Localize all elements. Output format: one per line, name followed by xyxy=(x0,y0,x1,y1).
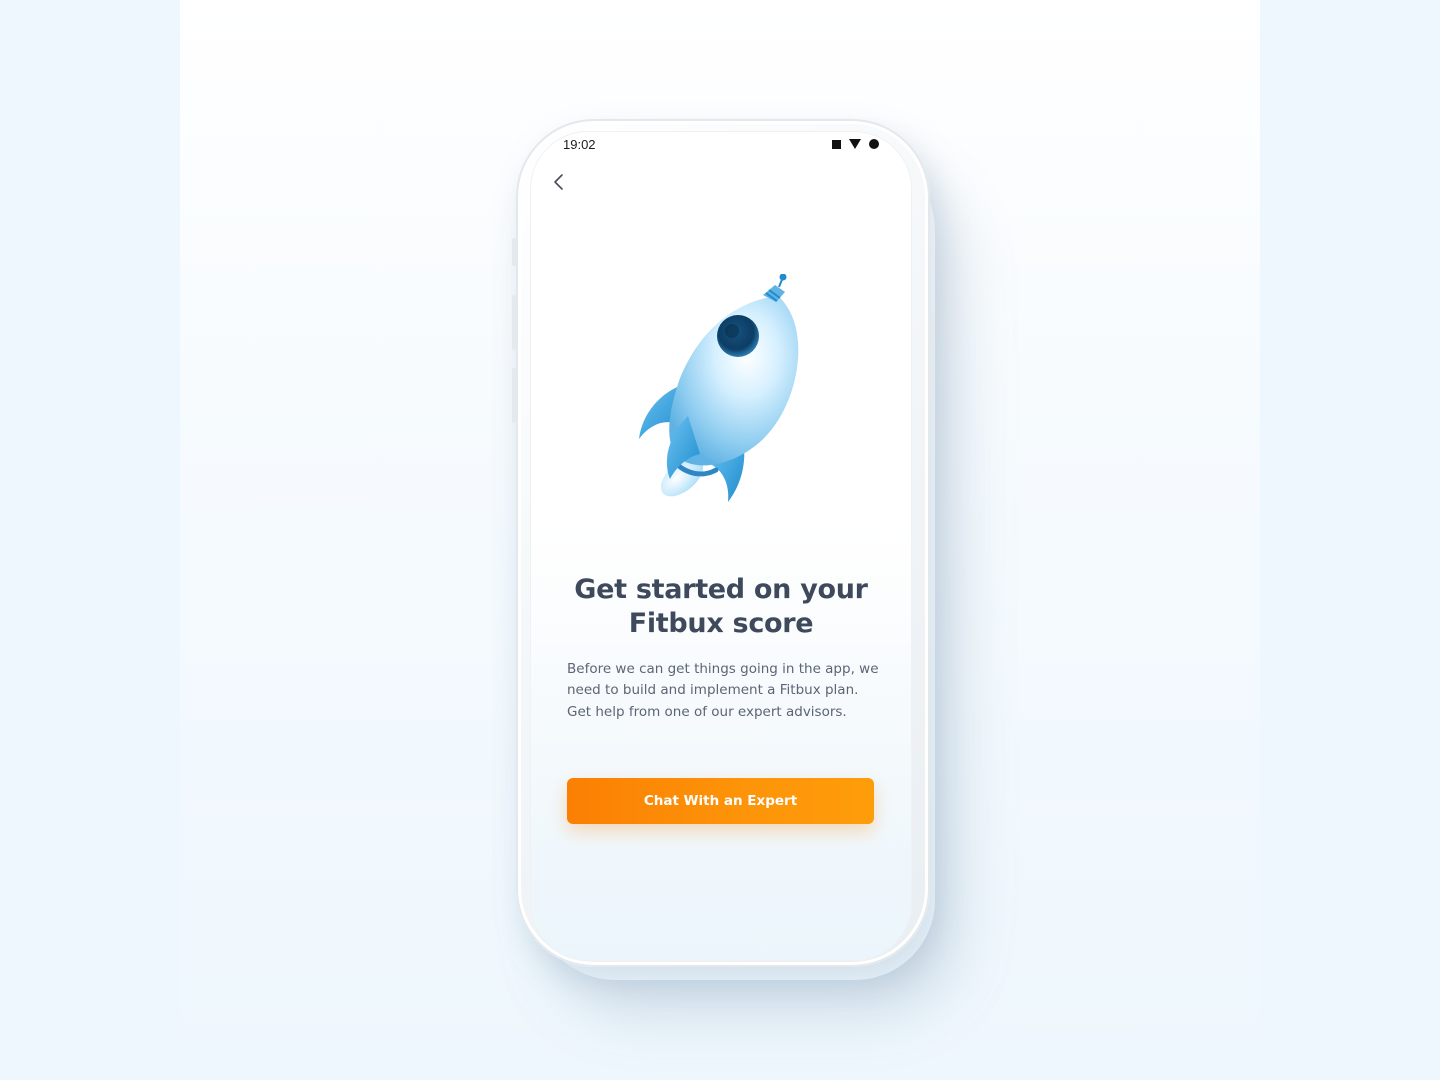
phone-power-button xyxy=(930,315,934,405)
phone-screen: 19:02 Get started on your Fitbux score B… xyxy=(530,131,912,961)
page-title: Get started on your Fitbux score xyxy=(530,573,912,641)
wifi-triangle-icon xyxy=(849,139,861,149)
phone-volume-down-button xyxy=(512,368,516,423)
title-line-1: Get started on your xyxy=(574,574,868,605)
description-text: Before we can get things going in the ap… xyxy=(567,661,879,720)
status-bar: 19:02 xyxy=(530,131,912,157)
chat-with-expert-label: Chat With an Expert xyxy=(643,793,798,809)
battery-dot-icon xyxy=(869,139,879,149)
title-line-2: Fitbux score xyxy=(628,608,814,639)
rocket-icon xyxy=(639,274,799,502)
back-button[interactable] xyxy=(546,169,572,195)
phone-volume-up-button xyxy=(512,295,516,350)
status-icons xyxy=(832,139,879,149)
status-time: 19:02 xyxy=(563,137,596,152)
chat-with-expert-button[interactable]: Chat With an Expert xyxy=(567,778,874,824)
stop-square-icon xyxy=(832,139,841,149)
chevron-left-icon xyxy=(554,174,563,190)
phone-mute-switch xyxy=(512,238,516,266)
